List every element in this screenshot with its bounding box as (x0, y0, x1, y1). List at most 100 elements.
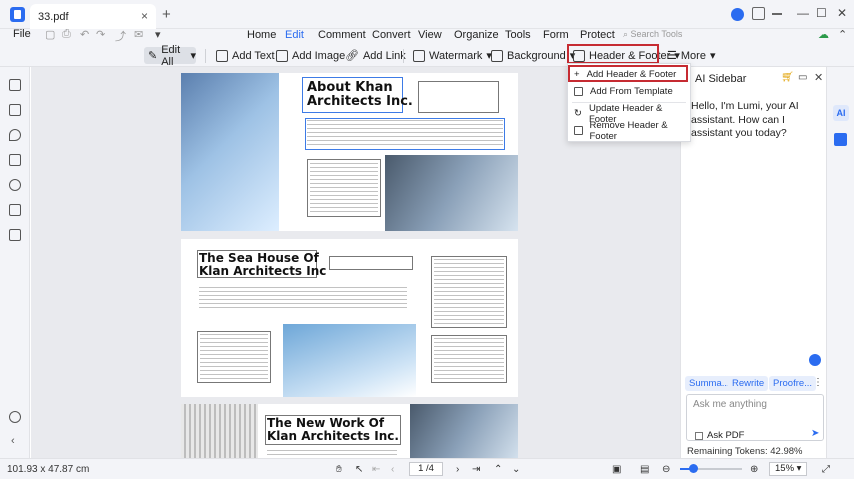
page3-title[interactable]: The New Work Of Klan Architects Inc. (267, 417, 399, 442)
print-icon[interactable]: ⎙ (62, 28, 71, 41)
building-image[interactable] (283, 324, 416, 397)
search-icon[interactable] (9, 179, 21, 191)
info-table[interactable] (418, 81, 499, 113)
add-from-template-item[interactable]: Add From Template (568, 83, 690, 100)
ask-placeholder: Ask me anything (693, 399, 767, 410)
add-link-button[interactable]: 🔗︎ Add Link (345, 47, 406, 64)
trash-icon (574, 126, 583, 135)
menu-edit[interactable]: Edit (285, 29, 304, 41)
ask-pdf-checkbox[interactable]: Ask PDF (695, 430, 744, 441)
building-image[interactable] (410, 404, 518, 458)
cloud-icon[interactable]: ☁ (818, 28, 829, 41)
select-tool-icon[interactable]: ↖ (355, 464, 363, 475)
translate-icon[interactable] (834, 133, 847, 146)
menu-file[interactable]: File (13, 28, 31, 40)
proofread-chip[interactable]: Proofre... (769, 376, 817, 391)
page-number-input[interactable]: 1 /4 (409, 462, 443, 476)
body-text[interactable] (199, 287, 407, 311)
menu-view[interactable]: View (418, 29, 442, 41)
share-icon[interactable]: ⤴ (115, 28, 126, 44)
body-text[interactable] (267, 450, 397, 458)
fullscreen-icon[interactable]: ⤢ (822, 464, 830, 475)
fit-page-icon[interactable]: ▣ (612, 464, 621, 475)
body-text (200, 334, 268, 380)
building-image[interactable] (181, 404, 258, 458)
ask-input[interactable]: Ask me anything Ask PDF ➤ (686, 394, 824, 441)
building-image[interactable] (181, 73, 279, 231)
collapse-left-icon[interactable]: ‹ (11, 435, 15, 447)
close-sidebar-icon[interactable]: ✕ (814, 71, 823, 84)
pdf-page-3[interactable]: The New Work Of Klan Architects Inc. (181, 404, 518, 458)
page-down-icon[interactable]: ⌄ (512, 464, 520, 475)
zoom-out-icon[interactable]: ⊖ (662, 464, 670, 475)
menu-comment[interactable]: Comment (318, 29, 366, 41)
mail-icon[interactable]: ✉ (134, 28, 143, 41)
menu-home[interactable]: Home (247, 29, 276, 41)
add-image-button[interactable]: Add Image (276, 47, 345, 64)
zoom-in-icon[interactable]: ⊕ (750, 464, 758, 475)
menu-convert[interactable]: Convert (372, 29, 411, 41)
ask-pdf-label: Ask PDF (707, 430, 745, 441)
page1-title[interactable]: About Khan Architects Inc. (307, 81, 413, 108)
rewrite-chip[interactable]: Rewrite (728, 376, 769, 391)
edit-all-button[interactable]: ✎ Edit All ▾ (144, 44, 196, 68)
menu-protect[interactable]: Protect (580, 29, 615, 41)
new-tab-button[interactable]: + (162, 6, 171, 23)
attachment-icon[interactable] (9, 154, 21, 166)
hand-tool-icon[interactable]: ✋︎ (336, 464, 342, 475)
pdf-page-1[interactable]: About Khan Architects Inc. (181, 73, 518, 231)
bookmark-icon[interactable] (9, 104, 21, 116)
menu-icon[interactable] (772, 13, 782, 15)
redo-icon[interactable]: ↷ (96, 28, 105, 41)
summarize-chip[interactable]: Summa... (685, 376, 734, 391)
maximize-button[interactable]: ☐ (816, 6, 827, 20)
send-icon[interactable]: ➤ (811, 428, 819, 439)
menu-tools[interactable]: Tools (505, 29, 531, 41)
refresh-icon: ↻ (574, 108, 582, 119)
pdf-page-2[interactable]: The Sea House Of Klan Architects Inc (181, 239, 518, 397)
info-table[interactable] (329, 256, 413, 270)
edit-all-label: Edit All (161, 43, 181, 68)
view-mode-icon[interactable]: ▤ (640, 464, 649, 475)
save-icon[interactable]: ▢ (45, 28, 55, 41)
last-page-icon[interactable]: ⇥ (472, 464, 480, 475)
premium-cart-icon[interactable]: 🛒︎ (781, 72, 794, 83)
layers-icon[interactable] (9, 204, 21, 216)
first-page-icon[interactable]: ⇤ (372, 464, 380, 475)
more-button[interactable]: ☰ More ▾ (667, 47, 715, 64)
expand-icon[interactable]: ⌃ (838, 28, 847, 41)
help-icon[interactable] (9, 411, 21, 423)
header-footer-dropdown: + Add Header & Footer Add From Template ↻… (567, 63, 691, 142)
next-page-icon[interactable]: › (456, 464, 459, 475)
more-options-icon[interactable]: ⋮ (813, 377, 823, 388)
link-icon: 🔗︎ (345, 50, 359, 62)
comment-icon[interactable] (9, 129, 21, 141)
undo-icon[interactable]: ↶ (80, 28, 89, 41)
page2-title-line2: Klan Architects Inc (199, 263, 327, 278)
zoom-slider-handle[interactable] (689, 464, 698, 473)
add-text-button[interactable]: Add Text (216, 47, 275, 64)
search-tools-field[interactable]: ⌕ Search Tools (623, 29, 682, 40)
ai-icon[interactable]: AI (833, 105, 849, 121)
quick-access-dropdown-icon[interactable]: ▾ (155, 28, 161, 41)
close-tab-icon[interactable]: × (141, 9, 148, 23)
menu-organize[interactable]: Organize (454, 29, 499, 41)
zoom-level-select[interactable]: 15% ▾ (769, 462, 807, 476)
background-button[interactable]: Background ▾ (491, 47, 575, 64)
notification-icon[interactable] (752, 7, 765, 20)
watermark-button[interactable]: Watermark ▾ (413, 47, 492, 64)
document-tab[interactable]: 33.pdf × (30, 4, 156, 29)
selected-paragraph[interactable] (305, 118, 505, 150)
avatar[interactable] (731, 8, 744, 21)
close-window-button[interactable]: ✕ (837, 6, 847, 20)
prev-page-icon[interactable]: ‹ (391, 464, 394, 475)
minimize-button[interactable]: — (797, 6, 809, 20)
thumbnail-icon[interactable] (9, 79, 21, 91)
page-up-icon[interactable]: ⌃ (494, 464, 502, 475)
menu-form[interactable]: Form (543, 29, 569, 41)
page2-title[interactable]: The Sea House Of Klan Architects Inc (199, 252, 326, 277)
building-image[interactable] (385, 155, 518, 231)
remove-header-footer-item[interactable]: Remove Header & Footer (568, 120, 690, 142)
form-fields-icon[interactable] (9, 229, 21, 241)
chat-history-icon[interactable]: ▭ (798, 72, 807, 83)
